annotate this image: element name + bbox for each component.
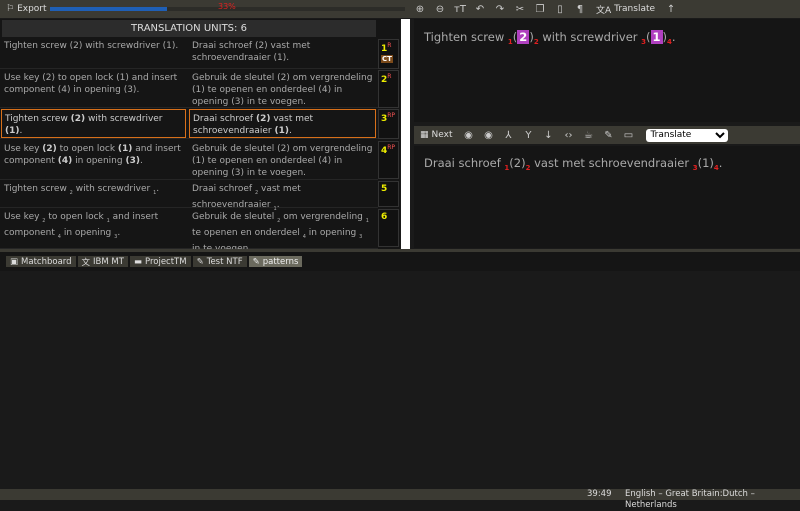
tab-patterns[interactable]: ✎ patterns: [248, 256, 303, 267]
translation-units-table: TRANSLATION UNITS: 6 Tighten screw (2) w…: [0, 19, 400, 254]
placeholder-tag: 1: [650, 30, 663, 44]
source-cell[interactable]: Tighten screw (2) with screwdriver (1).: [1, 37, 186, 68]
export-button[interactable]: ⚐ Export: [0, 4, 53, 14]
mode-select[interactable]: Translate: [646, 128, 729, 142]
target-cell[interactable]: Draai schroef (2) vast met schroevendraa…: [189, 37, 376, 68]
source-cell[interactable]: Use key 2 to open lock 1 and insert comp…: [1, 208, 186, 248]
tab-ibm-mt[interactable]: 文 IBM MT: [77, 256, 128, 268]
progress-text: 33%: [218, 2, 236, 11]
zoom-out-icon[interactable]: ⊖: [430, 4, 450, 15]
status-cell: 3RP: [378, 109, 399, 139]
next-button[interactable]: ▦ Next: [414, 130, 458, 140]
table-row[interactable]: Use key (2) to open lock (1) and insert …: [0, 69, 378, 108]
pencil-icon: ✎: [252, 256, 260, 267]
status-cell: 1R CT: [378, 39, 399, 69]
matchboard-icon: ▣: [10, 256, 19, 267]
target-cell[interactable]: Gebruik de sleutel 2 om vergrendeling 1 …: [189, 208, 376, 254]
table-header: TRANSLATION UNITS: 6: [2, 20, 376, 37]
arrow-down-icon[interactable]: ↓: [538, 130, 558, 141]
table-row-selected[interactable]: Tighten screw (2) with screwdriver (1). …: [0, 109, 378, 139]
circle-right-icon[interactable]: ◉: [478, 130, 498, 141]
tab-projecttm[interactable]: ▬ ProjectTM: [129, 256, 191, 267]
paste-icon[interactable]: ▯: [550, 4, 570, 15]
status-cell: 4RP: [378, 141, 399, 179]
split-icon[interactable]: Y: [518, 130, 538, 141]
top-toolbar-right: ⊕ ⊖ ᴛT ↶ ↷ ✂ ❐ ▯ ¶ 文A Translate ↑: [410, 0, 800, 18]
status-cell: 6: [378, 209, 399, 247]
cup-icon[interactable]: ☕: [578, 130, 598, 141]
status-bar: 39:49 English – Great Britain:Dutch – Ne…: [0, 489, 800, 510]
ct-badge: CT: [381, 55, 393, 63]
code-icon[interactable]: ‹›: [558, 130, 578, 141]
tab-matchboard[interactable]: ▣ Matchboard: [6, 256, 76, 267]
target-cell[interactable]: Gebruik de sleutel (2) om vergrendeling …: [189, 69, 376, 107]
pencil-icon: ✎: [196, 256, 204, 267]
source-cell[interactable]: Tighten screw 2 with screwdriver 1.: [1, 180, 186, 207]
table-scrollbar[interactable]: [401, 19, 410, 249]
translate-icon: 文A: [596, 5, 612, 16]
table-row[interactable]: Use key (2) to open lock (1) and insert …: [0, 140, 378, 180]
target-cell[interactable]: Draai schroef (2) vast met schroevendraa…: [189, 109, 376, 138]
cut-icon[interactable]: ✂: [510, 4, 530, 15]
status-cell: 5: [378, 181, 399, 207]
source-cell[interactable]: Use key (2) to open lock (1) and insert …: [1, 69, 186, 107]
source-cell[interactable]: Use key (2) to open lock (1) and insert …: [1, 140, 186, 179]
next-icon: ▦: [420, 130, 429, 140]
source-editor[interactable]: Tighten screw 1(2)2 with screwdriver 3(1…: [414, 19, 800, 122]
pencil-icon[interactable]: ✎: [598, 130, 618, 141]
redo-icon[interactable]: ↷: [490, 4, 510, 15]
target-toolbar: ▦ Next ◉ ◉ ⅄ Y ↓ ‹› ☕ ✎ ▭ Translate: [414, 126, 800, 144]
merge-icon[interactable]: ⅄: [498, 130, 518, 141]
target-editor[interactable]: Draai schroef 1(2)2 vast met schroevendr…: [414, 146, 800, 248]
bottom-tabs: ▣ Matchboard 文 IBM MT ▬ ProjectTM ✎ Test NTF…: [0, 249, 800, 271]
copy-icon[interactable]: ❐: [530, 4, 550, 15]
placeholder-tag: 2: [517, 30, 530, 44]
top-toolbar-left: ⚐ Export 33%: [0, 0, 410, 18]
progress-bar: 33%: [50, 2, 405, 11]
target-cell[interactable]: Draai schroef 2 vast met schroevendraaie…: [189, 180, 376, 212]
translate-icon: 文: [81, 257, 91, 268]
arrow-up-icon[interactable]: ↑: [661, 4, 681, 15]
table-row[interactable]: Use key 2 to open lock 1 and insert comp…: [0, 208, 378, 254]
tm-icon: ▬: [133, 256, 142, 267]
font-size-icon[interactable]: ᴛT: [450, 4, 470, 15]
status-cell: 2R: [378, 70, 399, 108]
pilcrow-icon[interactable]: ¶: [570, 4, 590, 15]
table-row[interactable]: Tighten screw 2 with screwdriver 1. Draa…: [0, 180, 378, 212]
zoom-in-icon[interactable]: ⊕: [410, 4, 430, 15]
flag-icon: ⚐: [6, 4, 15, 14]
target-cell[interactable]: Gebruik de sleutel (2) om vergrendeling …: [189, 140, 376, 179]
progress-fill: [50, 7, 168, 11]
language-pair: English – Great Britain:Dutch – Netherla…: [625, 489, 755, 510]
table-row[interactable]: Tighten screw (2) with screwdriver (1). …: [0, 37, 378, 69]
undo-icon[interactable]: ↶: [470, 4, 490, 15]
circle-left-icon[interactable]: ◉: [458, 130, 478, 141]
translate-button[interactable]: 文A Translate: [590, 3, 661, 16]
source-cell[interactable]: Tighten screw (2) with screwdriver (1).: [1, 109, 186, 138]
tab-test-ntf[interactable]: ✎ Test NTF: [192, 256, 247, 267]
comment-icon[interactable]: ▭: [618, 130, 638, 141]
time-display: 39:49: [587, 489, 612, 499]
